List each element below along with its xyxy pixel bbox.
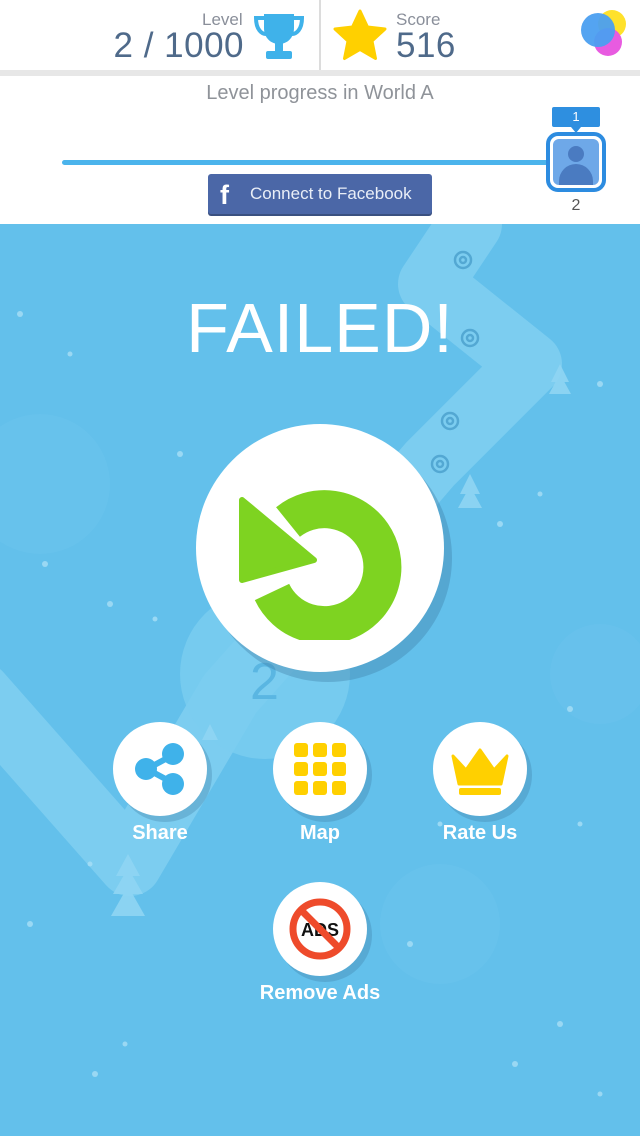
level-value: 2 / 1000 [113,26,244,65]
map-label: Map [300,822,340,844]
retry-button[interactable] [196,424,444,672]
facebook-icon: f [220,180,229,210]
share-icon [135,743,184,795]
top-bar: Level 2 / 1000 Score 516 [0,0,640,72]
crown-icon [451,748,509,795]
header-divider [319,0,321,70]
remove-ads-button[interactable]: ADS [273,882,367,976]
share-button[interactable] [113,722,207,816]
player-rank-badge: 1 [552,107,600,133]
connect-facebook-button[interactable]: f Connect to Facebook [208,174,432,214]
level-progress-panel: Level progress in World A 1 2 f Connect … [0,76,640,224]
facebook-button-label: Connect to Facebook [250,184,412,203]
share-label: Share [132,822,188,844]
score-value: 516 [396,26,456,65]
map-button[interactable] [273,722,367,816]
bubbles-icon[interactable] [578,8,630,60]
retry-arrow-icon [239,490,402,640]
rate-us-button[interactable] [433,722,527,816]
player-level: 2 [571,197,581,214]
rate-us-label: Rate Us [442,822,518,844]
no-ads-icon: ADS [289,898,351,960]
star-icon [333,9,387,60]
player-avatar[interactable] [546,132,606,192]
progress-title: Level progress in World A [206,82,434,104]
grid-icon [294,743,346,795]
trophy-icon [253,14,305,59]
progress-track [62,160,552,165]
failed-title: FAILED! [186,289,454,367]
avatar-placeholder-icon [553,139,599,185]
remove-ads-label: Remove Ads [259,982,381,1004]
